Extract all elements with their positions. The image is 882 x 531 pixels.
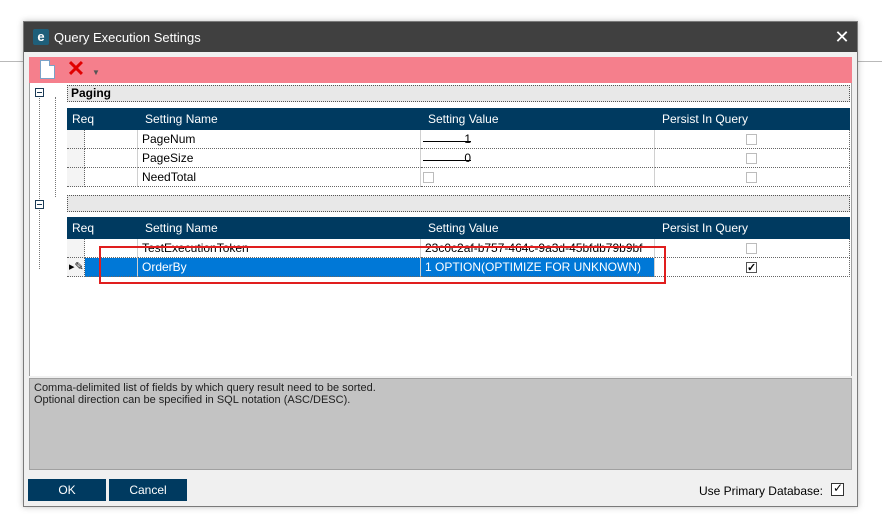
column-setting-value: Setting Value: [428, 221, 499, 235]
tree-line: [39, 93, 40, 199]
req-cell: [85, 130, 138, 149]
row-selector[interactable]: [67, 168, 85, 187]
persist-cell[interactable]: [655, 239, 850, 258]
req-cell: [85, 149, 138, 168]
req-cell: [85, 258, 138, 277]
column-req: Req: [72, 112, 95, 126]
query-execution-settings-dialog: e Query Execution Settings ✕ ✕ ▼ Paging …: [23, 21, 858, 507]
column-persist-in-query: Persist In Query: [662, 221, 749, 235]
setting-name-cell: OrderBy: [138, 258, 421, 277]
settings-grid: Paging Req Setting Name Setting Value Pe…: [29, 83, 852, 376]
setting-value-cell[interactable]: 23c0c2af-b757-464c-9a3d-45bfdb79b9bf: [421, 239, 655, 258]
column-req: Req: [72, 221, 95, 235]
column-persist-in-query: Persist In Query: [662, 112, 749, 126]
setting-value-cell[interactable]: [421, 168, 655, 187]
tree-line: [39, 207, 40, 269]
collapse-band-icon[interactable]: [35, 200, 44, 209]
new-document-icon[interactable]: [40, 60, 55, 79]
row-selector[interactable]: [67, 149, 85, 168]
persist-checkbox-checked[interactable]: [746, 259, 757, 276]
value-text[interactable]: 1: [423, 130, 471, 146]
column-setting-name: Setting Name: [145, 221, 218, 235]
setting-name-cell: PageNum: [138, 130, 421, 149]
value-text[interactable]: 0: [423, 149, 471, 165]
description-line-2: Optional direction can be specified in S…: [34, 394, 351, 406]
req-cell: [85, 239, 138, 258]
dropdown-arrow-icon[interactable]: ▼: [92, 68, 100, 77]
column-setting-value: Setting Value: [428, 112, 499, 126]
use-primary-database-checkbox[interactable]: [831, 481, 844, 496]
table-row[interactable]: TestExecutionToken 23c0c2af-b757-464c-9a…: [67, 239, 850, 258]
table-row[interactable]: PageSize 0: [67, 149, 850, 168]
persist-checkbox[interactable]: [746, 243, 757, 254]
ok-button[interactable]: OK: [28, 479, 106, 501]
description-line-1: Comma-delimited list of fields by which …: [34, 382, 376, 394]
persist-cell[interactable]: [655, 258, 850, 277]
column-header-row: Req Setting Name Setting Value Persist I…: [67, 217, 850, 239]
column-setting-name: Setting Name: [145, 112, 218, 126]
table-row[interactable]: PageNum 1: [67, 130, 850, 149]
window-title: Query Execution Settings: [54, 30, 201, 45]
persist-cell[interactable]: [655, 168, 850, 187]
value-checkbox[interactable]: [423, 172, 434, 183]
setting-description-panel: Comma-delimited list of fields by which …: [29, 378, 852, 470]
edit-pencil-icon[interactable]: ▸✎: [67, 258, 85, 277]
row-selector[interactable]: [67, 239, 85, 258]
band-header-other: [67, 195, 850, 212]
persist-checkbox[interactable]: [746, 172, 757, 183]
table-row-selected[interactable]: ▸✎ OrderBy 1 OPTION(OPTIMIZE FOR UNKNOWN…: [67, 258, 850, 277]
setting-name-cell: NeedTotal: [138, 168, 421, 187]
setting-name-cell: PageSize: [138, 149, 421, 168]
use-primary-database-label: Use Primary Database:: [698, 484, 823, 498]
req-cell: [85, 168, 138, 187]
setting-value-cell[interactable]: 0: [421, 149, 655, 168]
toolbar: ✕ ▼: [29, 57, 852, 83]
row-selector[interactable]: [67, 130, 85, 149]
title-bar: e Query Execution Settings ✕: [24, 22, 857, 52]
table-row[interactable]: NeedTotal: [67, 168, 850, 187]
setting-value-cell[interactable]: 1: [421, 130, 655, 149]
persist-checkbox[interactable]: [746, 134, 757, 145]
persist-cell[interactable]: [655, 130, 850, 149]
cancel-button[interactable]: Cancel: [109, 479, 187, 501]
tree-line: [55, 97, 56, 197]
delete-icon[interactable]: ✕: [66, 57, 86, 81]
app-logo-icon: e: [33, 29, 49, 45]
column-header-row: Req Setting Name Setting Value Persist I…: [67, 108, 850, 130]
collapse-paging-icon[interactable]: [35, 88, 44, 97]
band-header-paging: Paging: [67, 85, 850, 102]
setting-value-cell[interactable]: 1 OPTION(OPTIMIZE FOR UNKNOWN): [421, 258, 655, 277]
setting-name-cell: TestExecutionToken: [138, 239, 421, 258]
persist-checkbox[interactable]: [746, 153, 757, 164]
persist-cell[interactable]: [655, 149, 850, 168]
close-icon[interactable]: ✕: [831, 26, 853, 48]
